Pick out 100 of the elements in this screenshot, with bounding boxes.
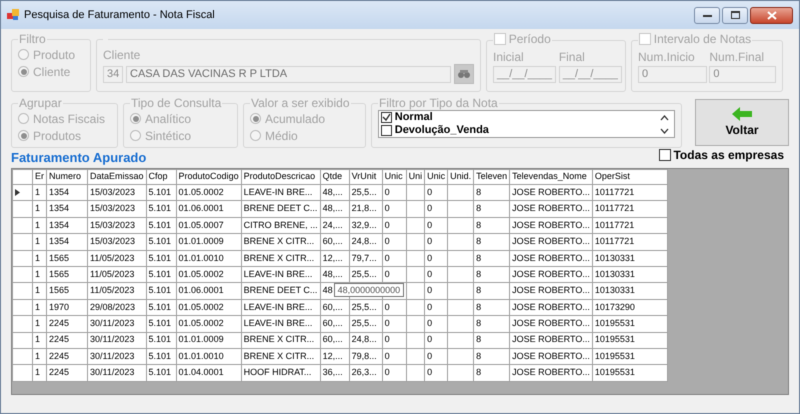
table-cell: BRENE X CITR... (241, 234, 320, 250)
scroll-up-icon[interactable] (660, 114, 669, 120)
field-label: Cliente (103, 47, 142, 64)
table-cell: 0 (382, 299, 406, 316)
field-label: Num.Inicio (638, 49, 696, 66)
field-label: Final (558, 49, 586, 66)
table-cell: 1565 (46, 250, 88, 266)
group-title: Agrupar (18, 96, 63, 110)
table-cell: 11/05/2023 (88, 250, 146, 266)
table-cell: 30/11/2023 (88, 364, 146, 382)
table-cell: 5.101 (146, 184, 176, 201)
column-header[interactable]: ProdutoCodigo (176, 170, 242, 184)
column-header[interactable]: VrUnit (349, 170, 382, 184)
column-header[interactable]: Unic (424, 170, 448, 184)
table-cell: 5.101 (146, 217, 176, 234)
table-cell: 10117721 (592, 217, 668, 234)
column-header[interactable]: Unic (382, 170, 406, 184)
table-cell: 10130331 (592, 282, 668, 300)
table-cell: 8 (474, 348, 510, 365)
close-icon (766, 10, 776, 20)
table-cell: 36,... (320, 364, 350, 382)
table-cell: 01.01.0010 (176, 348, 242, 365)
table-cell: 25,5... (349, 316, 382, 332)
table-cell: 8 (474, 316, 510, 332)
checkbox-list[interactable]: Normal Devolução_Venda (378, 110, 675, 138)
table-cell: 5.101 (146, 282, 176, 300)
table-cell: 0 (424, 266, 448, 283)
column-header[interactable]: DataEmissao (88, 170, 146, 184)
table-cell: BRENE DEET C... (241, 200, 320, 218)
scroll-down-icon[interactable] (660, 128, 669, 134)
group-title: Tipo de Consulta (130, 96, 222, 110)
table-cell: 0 (424, 200, 448, 218)
table-cell: 8 (474, 282, 510, 300)
table-cell: 8 (474, 250, 510, 266)
arrow-left-icon (732, 106, 752, 120)
table-cell: 01.06.0001 (176, 282, 242, 300)
table-cell: 10117721 (592, 184, 668, 201)
table-cell: 10130331 (592, 266, 668, 283)
table-cell: 8 (474, 184, 510, 201)
maximize-button[interactable] (722, 6, 748, 24)
table-cell: 48,... (320, 184, 350, 201)
table-cell: 24,... (320, 217, 350, 234)
table-cell: 10195531 (592, 348, 668, 365)
table-cell: 0 (424, 250, 448, 266)
checkbox-label: Todas as empresas (673, 147, 784, 164)
table-cell: 79,7... (349, 250, 382, 266)
table-cell: 8 (474, 364, 510, 382)
table-cell: LEAVE-IN BRE... (241, 299, 320, 316)
table-cell: 1 (32, 234, 46, 250)
table-cell: BRENE X CITR... (241, 250, 320, 266)
table-cell: 1 (32, 266, 46, 283)
column-header[interactable]: Televendas_Nome (510, 170, 592, 184)
maximize-icon (730, 11, 740, 19)
checkbox-item[interactable]: Normal (379, 111, 660, 124)
table-cell: 0 (382, 234, 406, 250)
table-cell: 1 (32, 217, 46, 234)
close-button[interactable] (750, 6, 793, 24)
table-cell: 1970 (46, 299, 88, 316)
table-cell: 10195531 (592, 316, 668, 332)
column-header[interactable]: Uni (406, 170, 425, 184)
table-cell: 0 (382, 364, 406, 382)
table-cell: 0 (424, 316, 448, 332)
column-header[interactable]: Televen (474, 170, 510, 184)
check-icon (382, 113, 391, 122)
table-cell: 60,... (320, 316, 350, 332)
table-cell: 5.101 (146, 364, 176, 382)
table-cell: 8 (474, 332, 510, 348)
table-cell: 0 (424, 184, 448, 201)
field-label: Num.Final (709, 49, 766, 66)
table-cell: 5.101 (146, 348, 176, 365)
table-cell: JOSE ROBERTO... (510, 364, 592, 382)
column-header[interactable]: ProdutoDescricao (241, 170, 320, 184)
table-cell: 5.101 (146, 266, 176, 283)
table-cell: 01.05.0002 (176, 316, 242, 332)
table-cell: 24,8... (349, 234, 382, 250)
table-cell: 15/03/2023 (88, 184, 146, 201)
checkbox-item[interactable]: Devolução_Venda (379, 124, 660, 137)
table-cell: 0 (424, 332, 448, 348)
binoculars-icon (457, 69, 471, 79)
column-header[interactable]: Qtde (320, 170, 350, 184)
column-header[interactable]: Er (32, 170, 46, 184)
column-header[interactable]: Cfop (146, 170, 176, 184)
checkbox[interactable] (658, 149, 671, 161)
table-cell: 0 (424, 282, 448, 300)
column-header[interactable]: Unid. (448, 170, 474, 184)
group-title: Valor a ser exibido (250, 96, 350, 110)
minimize-button[interactable] (694, 6, 720, 24)
back-button[interactable]: Voltar (695, 99, 789, 146)
table-cell: 60,... (320, 299, 350, 316)
table-cell: 32,9... (349, 217, 382, 234)
table-cell: 79,8... (349, 348, 382, 365)
column-header[interactable]: Numero (46, 170, 88, 184)
table-cell: JOSE ROBERTO... (510, 200, 592, 218)
table-cell: CITRO BRENE, ... (241, 217, 320, 234)
table-cell: 48,... (320, 200, 350, 218)
table-cell: 01.04.0001 (176, 364, 242, 382)
table-cell: LEAVE-IN BRE... (241, 316, 320, 332)
table-cell: 5.101 (146, 200, 176, 218)
column-header[interactable]: OperSist (592, 170, 668, 184)
table-cell: 01.01.0009 (176, 234, 242, 250)
